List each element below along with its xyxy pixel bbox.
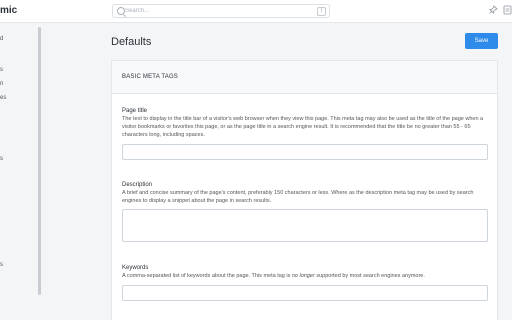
sidebar: d s n es s s [0, 23, 40, 320]
page-title: Defaults [111, 36, 152, 48]
sidebar-item[interactable]: es [0, 95, 6, 101]
sidebar-item[interactable]: s [0, 156, 3, 162]
page-title-input[interactable] [122, 144, 488, 160]
keywords-description-emphasis: no longer [291, 273, 315, 279]
description-textarea[interactable] [122, 209, 488, 242]
keywords-description-text-end: supported by most search engines anymore… [314, 273, 425, 279]
sidebar-item[interactable]: s [0, 67, 3, 73]
keywords-label: Keywords [122, 265, 149, 271]
sidebar-scrollbar[interactable] [38, 27, 41, 295]
sidebar-item[interactable]: s [0, 262, 3, 268]
sidebar-item[interactable]: n [0, 81, 3, 87]
search-icon [117, 7, 125, 15]
search-box[interactable]: / [112, 4, 330, 18]
card-title: BASIC META TAGS [122, 74, 179, 80]
save-button[interactable]: Save [465, 33, 498, 49]
keywords-description: A comma-separated list of keywords about… [122, 272, 490, 280]
description-description: A brief and concise summary of the page'… [122, 190, 474, 204]
description-label: Description [122, 182, 153, 188]
top-bar: mic / [0, 0, 512, 23]
keywords-input[interactable] [122, 285, 488, 301]
card-header: BASIC META TAGS [112, 61, 497, 94]
page-title-description: The text to display in the title bar of … [122, 116, 484, 138]
search-shortcut-hint: / [317, 7, 326, 16]
search-input[interactable] [125, 6, 315, 16]
keywords-description-text: A comma-separated list of keywords about… [122, 273, 292, 279]
sidebar-item[interactable]: d [0, 36, 3, 42]
meta-tags-card: BASIC META TAGS Page title The text to d… [111, 60, 498, 320]
brand-logo: mic [0, 5, 18, 16]
pin-icon[interactable] [488, 5, 498, 15]
page-title-label: Page title [122, 108, 148, 114]
document-icon[interactable] [503, 5, 512, 15]
